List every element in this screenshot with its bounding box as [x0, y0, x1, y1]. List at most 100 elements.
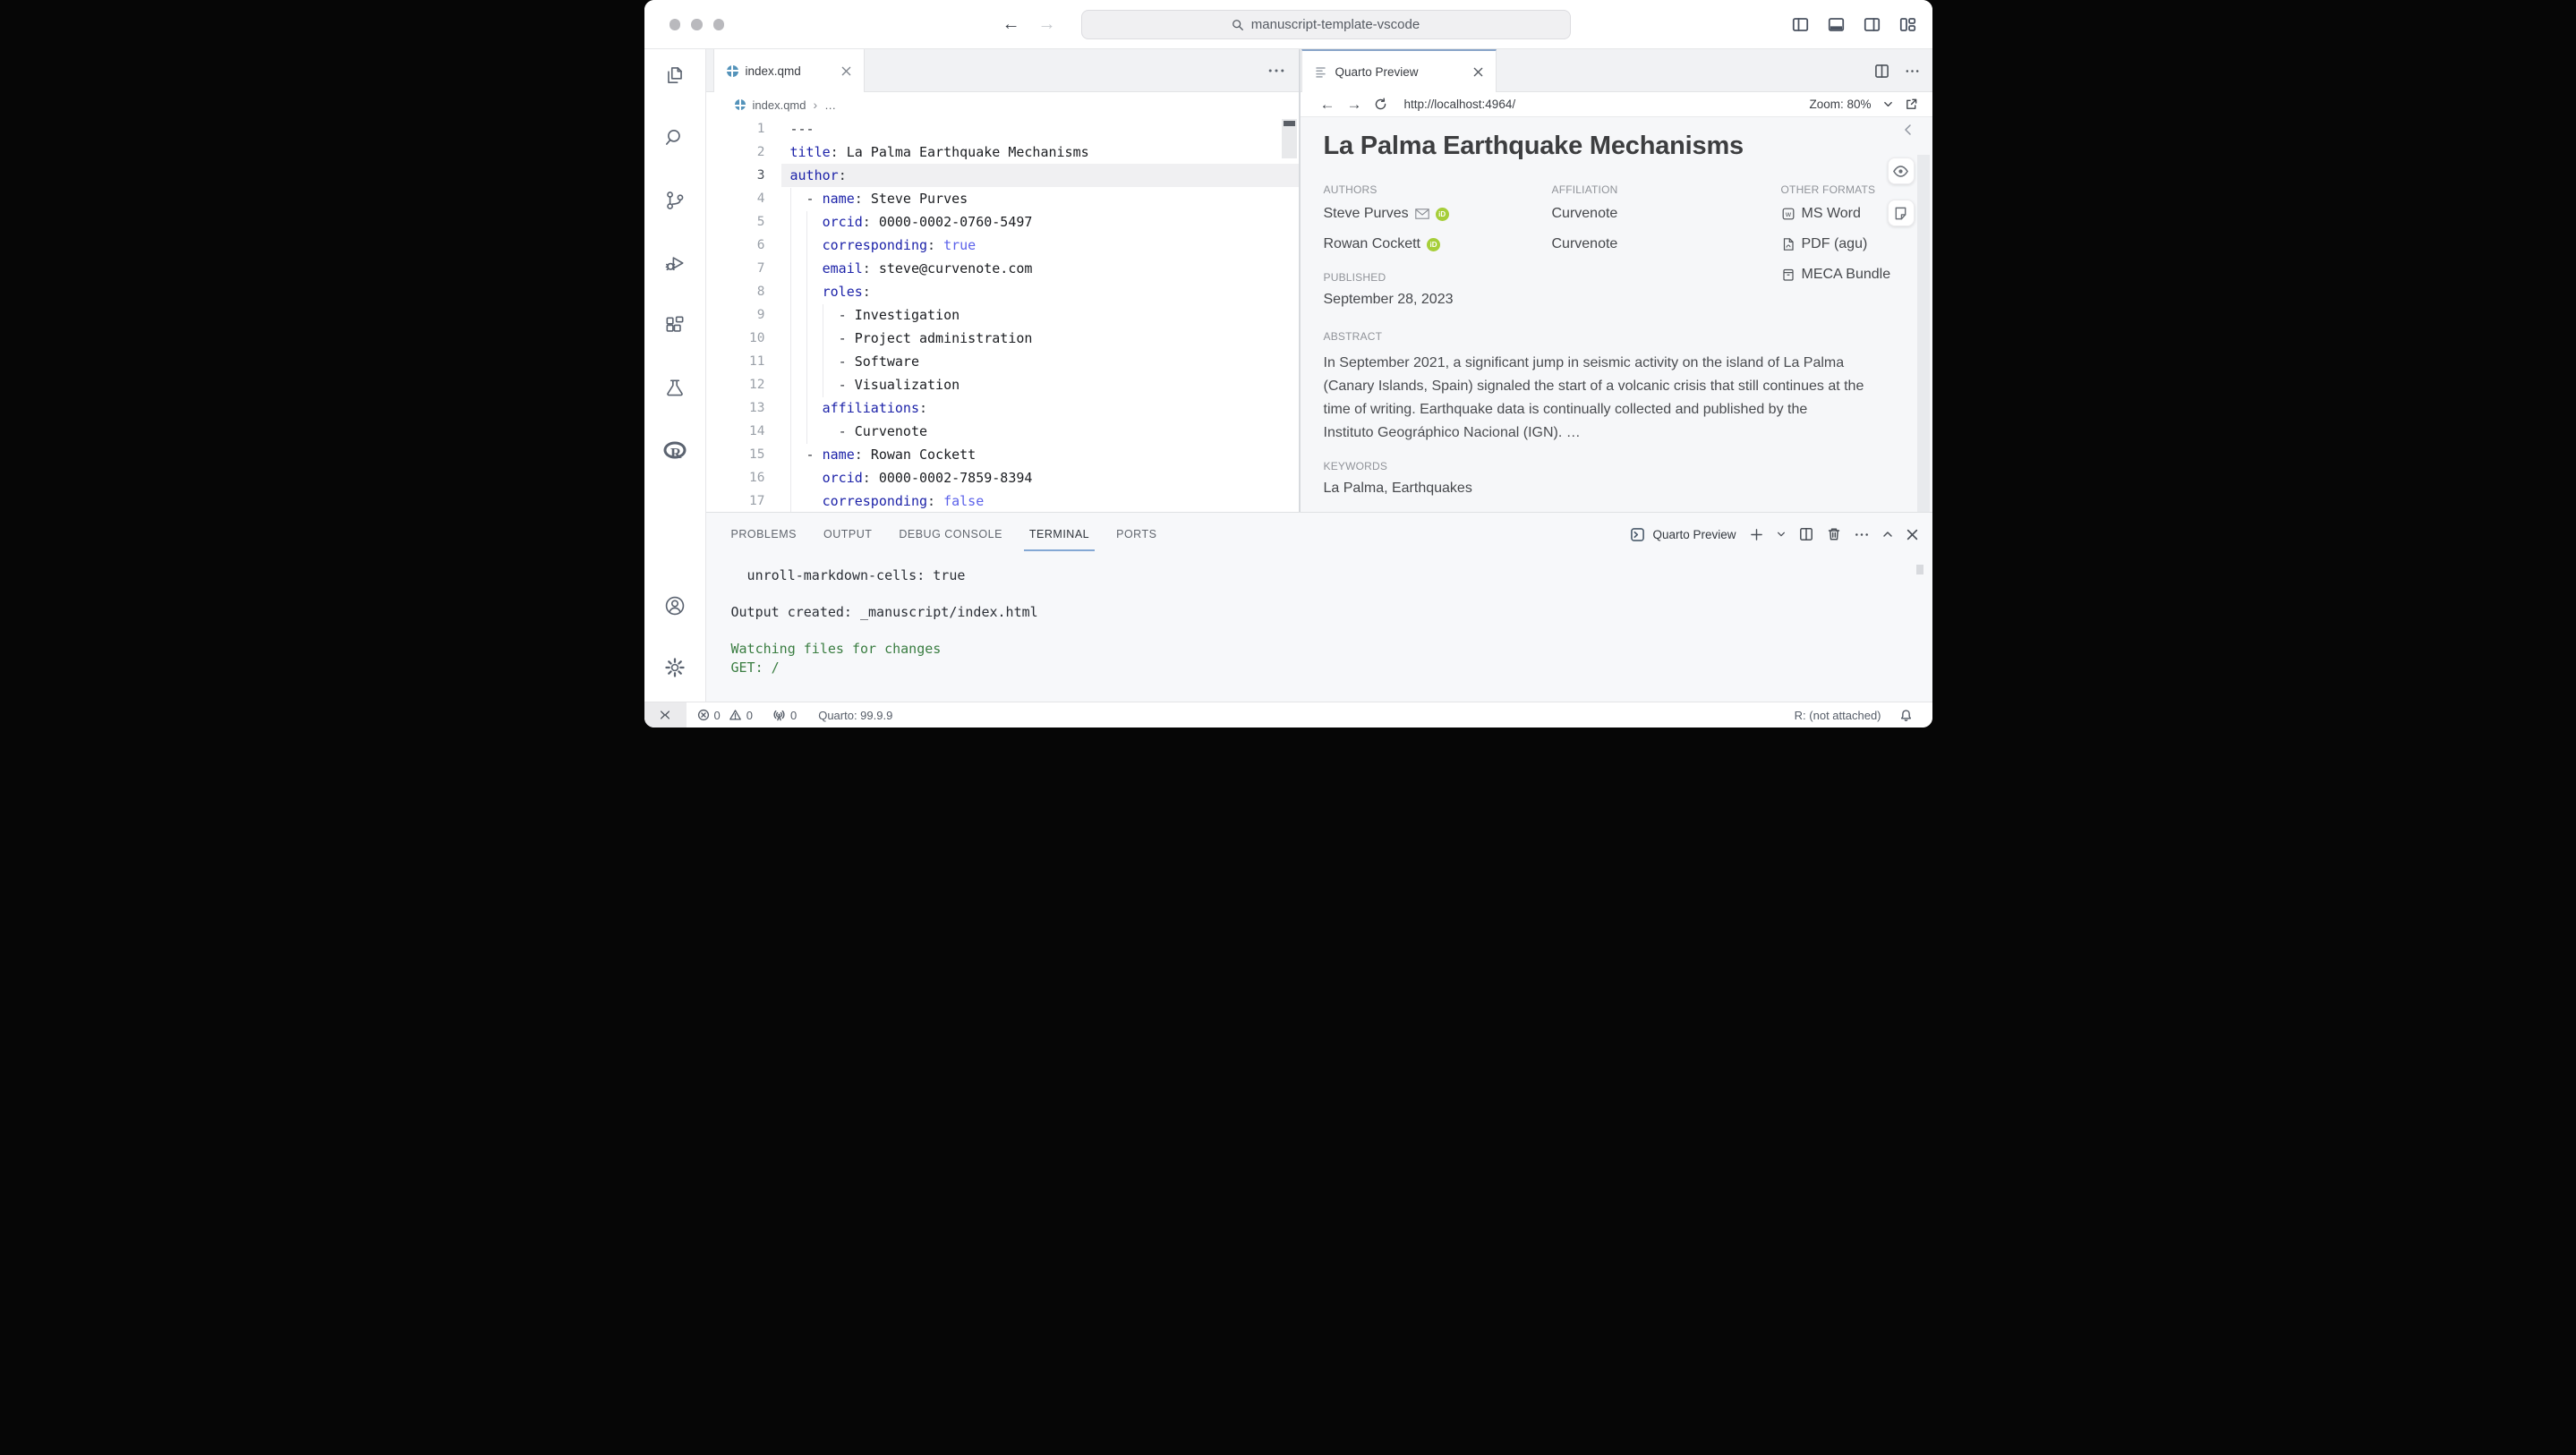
new-terminal-icon[interactable]: [1750, 528, 1763, 541]
code-editor[interactable]: 1--- 2 title: La Palma Earthquake Mechanis…: [706, 117, 1299, 512]
dropdown-chevron-icon[interactable]: [1777, 530, 1786, 539]
tab-quarto-preview[interactable]: Quarto Preview: [1301, 49, 1497, 92]
extensions-icon[interactable]: [663, 314, 687, 337]
panel-tab-output[interactable]: OUTPUT: [823, 513, 872, 556]
warning-icon: [729, 709, 742, 721]
split-terminal-icon[interactable]: [1799, 527, 1813, 541]
run-debug-icon[interactable]: [663, 251, 687, 275]
editor-more-actions[interactable]: [1268, 49, 1284, 92]
code-line[interactable]: 16 orcid: 0000-0002-7859-8394: [706, 466, 1299, 489]
eye-button[interactable]: [1888, 157, 1915, 184]
terminal-scrollbar[interactable]: [1916, 565, 1923, 574]
r-language-icon[interactable]: R: [662, 439, 687, 463]
terminal-output[interactable]: unroll-markdown-cells: trueOutput create…: [706, 556, 1932, 676]
toggle-primary-sidebar-icon[interactable]: [1792, 16, 1809, 33]
preview-tab-bar: Quarto Preview: [1301, 49, 1932, 92]
breadcrumb-separator: ›: [813, 98, 817, 112]
r-session-status[interactable]: R: (not attached): [1795, 709, 1881, 722]
more-actions-icon[interactable]: [1855, 532, 1869, 537]
toggle-panel-icon[interactable]: [1828, 16, 1845, 33]
bell-icon[interactable]: [1899, 709, 1913, 722]
chevron-down-icon[interactable]: [1883, 99, 1893, 109]
remote-indicator[interactable]: [644, 702, 687, 728]
accounts-icon[interactable]: [663, 594, 687, 617]
code-line[interactable]: 17 corresponding: false: [706, 489, 1299, 512]
code-line[interactable]: 5 orcid: 0000-0002-0760-5497: [706, 210, 1299, 234]
go-back-button[interactable]: ←: [1002, 14, 1020, 35]
line-number: 16: [706, 471, 765, 485]
format-link[interactable]: PDF (agu): [1781, 232, 1932, 257]
minimize-window-button[interactable]: [691, 19, 703, 30]
preview-forward-button[interactable]: →: [1347, 97, 1362, 112]
search-icon: [1232, 19, 1244, 31]
orcid-icon[interactable]: iD: [1436, 208, 1449, 221]
panel-tab-terminal[interactable]: TERMINAL: [1029, 513, 1089, 556]
close-tab-icon[interactable]: [1473, 67, 1483, 77]
svg-text:w: w: [1784, 209, 1791, 218]
close-window-button[interactable]: [670, 19, 681, 30]
files-icon[interactable]: [663, 64, 687, 87]
warning-count: 0: [746, 709, 753, 722]
panel-tab-ports[interactable]: PORTS: [1116, 513, 1156, 556]
code-line[interactable]: 11 - Software: [706, 350, 1299, 373]
ports-count: 0: [790, 709, 797, 722]
reload-icon[interactable]: [1374, 98, 1387, 111]
tab-index-qmd[interactable]: index.qmd: [713, 49, 865, 92]
code-line[interactable]: 6 corresponding: true: [706, 234, 1299, 257]
go-forward-button[interactable]: →: [1038, 14, 1056, 35]
breadcrumb-more[interactable]: …: [824, 98, 836, 112]
code-line[interactable]: 7 email: steve@curvenote.com: [706, 257, 1299, 280]
command-center-search[interactable]: manuscript-template-vscode: [1081, 10, 1571, 39]
terminal-line: [731, 585, 1932, 604]
code-line[interactable]: 9 - Investigation: [706, 303, 1299, 327]
code-line[interactable]: 14 - Curvenote: [706, 420, 1299, 443]
kill-terminal-icon[interactable]: [1827, 527, 1841, 541]
editor-tab-bar: index.qmd: [706, 49, 1299, 92]
code-line[interactable]: 3author:: [706, 164, 1299, 187]
ports-status[interactable]: 0: [772, 709, 797, 722]
notes-icon: [1893, 206, 1908, 221]
terminal-selector[interactable]: Quarto Preview: [1630, 527, 1736, 542]
search-icon[interactable]: [663, 126, 687, 149]
collapse-toc-icon[interactable]: [1903, 123, 1913, 137]
testing-icon[interactable]: [663, 377, 687, 400]
settings-gear-icon[interactable]: [663, 656, 687, 679]
quarto-version[interactable]: Quarto: 99.9.9: [818, 709, 892, 722]
problems-status[interactable]: 0 0: [697, 709, 753, 722]
notes-button[interactable]: [1888, 200, 1915, 226]
open-external-icon[interactable]: [1905, 98, 1918, 111]
format-link[interactable]: MECA Bundle: [1781, 262, 1932, 287]
mail-icon[interactable]: [1415, 208, 1429, 219]
preview-scrollbar[interactable]: [1917, 155, 1930, 512]
code-line[interactable]: 10 - Project administration: [706, 327, 1299, 350]
published-section: PUBLISHED September 28, 2023: [1324, 271, 1454, 308]
breadcrumb-file[interactable]: index.qmd: [753, 98, 806, 112]
toggle-secondary-sidebar-icon[interactable]: [1864, 16, 1881, 33]
preview-back-button[interactable]: ←: [1320, 97, 1335, 112]
zoom-level[interactable]: Zoom: 80%: [1809, 98, 1871, 111]
customize-layout-icon[interactable]: [1899, 16, 1916, 33]
maximize-panel-icon[interactable]: [1882, 529, 1893, 540]
code-line[interactable]: 4 - name: Steve Purves: [706, 187, 1299, 210]
code-line[interactable]: 13 affiliations:: [706, 396, 1299, 420]
panel-tab-debug-console[interactable]: DEBUG CONSOLE: [899, 513, 1002, 556]
code-line[interactable]: 15 - name: Rowan Cockett: [706, 443, 1299, 466]
code-line[interactable]: 12 - Visualization: [706, 373, 1299, 396]
panel-tab-bar: PROBLEMS OUTPUT DEBUG CONSOLE TERMINAL PORTS…: [706, 513, 1932, 556]
code-line[interactable]: 8 roles:: [706, 280, 1299, 303]
breadcrumb[interactable]: index.qmd › …: [706, 92, 1299, 117]
zoom-window-button[interactable]: [713, 19, 725, 30]
code-line[interactable]: 1---: [706, 117, 1299, 140]
source-control-icon[interactable]: [663, 189, 687, 212]
line-number: 2: [706, 145, 765, 159]
preview-url[interactable]: http://localhost:4964/: [1404, 98, 1516, 111]
more-actions-icon[interactable]: [1905, 69, 1920, 73]
panel-tab-problems[interactable]: PROBLEMS: [731, 513, 797, 556]
code-line[interactable]: 2 title: La Palma Earthquake Mechanisms: [706, 140, 1299, 164]
close-tab-icon[interactable]: [841, 66, 851, 76]
code-text: title: La Palma Earthquake Mechanisms: [790, 144, 1089, 160]
orcid-icon[interactable]: iD: [1427, 238, 1440, 251]
authors-label: AUTHORS: [1324, 183, 1552, 196]
split-editor-icon[interactable]: [1874, 64, 1889, 79]
close-panel-icon[interactable]: [1906, 529, 1918, 540]
